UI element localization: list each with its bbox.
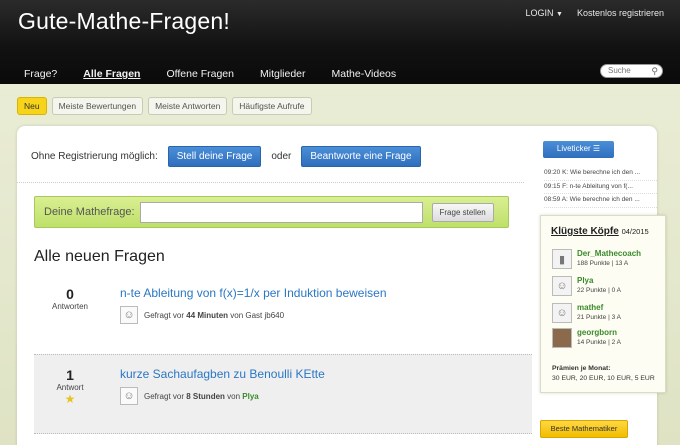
- best-answer-star-icon: ★: [64, 392, 76, 406]
- cta-or: oder: [271, 151, 292, 162]
- login-link[interactable]: LOGIN ▼: [525, 8, 562, 18]
- nav-mathe-videos[interactable]: Mathe-Videos: [332, 68, 397, 80]
- leader-points: 22 Punkte | 0 A: [577, 287, 621, 294]
- ask-label: Deine Mathefrage:: [44, 206, 135, 218]
- ticker-item[interactable]: 09:20 K: Wie berechne ich den ...: [544, 167, 659, 181]
- top-users-month: 04/2015: [621, 227, 649, 236]
- ticker-item[interactable]: 09:15 F: n-te Ableitung von f(...: [544, 181, 659, 194]
- leader-name[interactable]: Plya: [577, 276, 621, 285]
- avatar[interactable]: ☺: [552, 303, 572, 323]
- prize-values: 30 EUR, 20 EUR, 10 EUR, 5 EUR: [552, 375, 655, 382]
- best-mathematicians-button[interactable]: Beste Mathematiker: [540, 420, 628, 438]
- submit-question-button[interactable]: Frage stellen: [431, 202, 494, 222]
- avatar[interactable]: ☺: [552, 276, 572, 296]
- question-row: 1 Antwort ★ kurze Sachaufagben zu Benoul…: [34, 354, 532, 434]
- avatar[interactable]: [552, 328, 572, 348]
- meta-time: 44 Minuten: [186, 310, 229, 320]
- question-row: 0 Antworten n-te Ableitung von f(x)=1/x …: [34, 276, 532, 346]
- answer-count-label: Antworten: [51, 302, 89, 311]
- nav-offene-fragen[interactable]: Offene Fragen: [166, 68, 234, 80]
- question-title[interactable]: kurze Sachaufagben zu Benoulli KEtte: [120, 367, 325, 381]
- leader-name[interactable]: Der_Mathecoach: [577, 249, 641, 258]
- site-header: Gute-Mathe-Fragen! LOGIN ▼ Kostenlos reg…: [0, 0, 680, 84]
- section-title: Alle neuen Fragen: [34, 248, 165, 265]
- meta-user-link[interactable]: Plya: [242, 392, 258, 401]
- meta-author: von Gast jb640: [230, 310, 285, 320]
- avatar[interactable]: ▮: [552, 249, 572, 269]
- site-title[interactable]: Gute-Mathe-Fragen!: [18, 8, 230, 35]
- prize-title: Prämien je Monat:: [552, 365, 611, 372]
- avatar[interactable]: ☺: [120, 306, 138, 324]
- filter-neu[interactable]: Neu: [17, 97, 47, 115]
- caret-down-icon: ▼: [556, 11, 563, 18]
- meta-by: von: [227, 391, 241, 401]
- liveticker-list: 09:20 K: Wie berechne ich den ... 09:15 …: [544, 167, 659, 208]
- leader-name[interactable]: mathef: [577, 303, 621, 312]
- avatar[interactable]: ☺: [120, 387, 138, 405]
- top-users-box: Klügste Köpfe 04/2015 ▮ Der_Mathecoach 1…: [540, 215, 666, 393]
- leader-points: 14 Punkte | 2 A: [577, 339, 621, 346]
- nav-mitglieder[interactable]: Mitglieder: [260, 68, 306, 80]
- question-meta: ☺ Gefragt vor 44 Minuten von Gast jb640: [120, 306, 284, 324]
- prize-info: Prämien je Monat: 30 EUR, 20 EUR, 10 EUR…: [552, 364, 655, 384]
- leader-item: ☺ Plya 22 Punkte | 0 A: [552, 276, 621, 296]
- meta-prefix: Gefragt vor: [144, 391, 185, 401]
- leader-item: ☺ mathef 21 Punkte | 3 A: [552, 303, 621, 323]
- filter-meiste-bewertungen[interactable]: Meiste Bewertungen: [51, 97, 144, 115]
- divider: [17, 182, 524, 183]
- answer-count-number: 1: [66, 367, 74, 383]
- leader-points: 188 Punkte | 13 A: [577, 260, 629, 267]
- top-users-title-text[interactable]: Klügste Köpfe: [551, 226, 619, 237]
- main-nav: Frage? Alle Fragen Offene Fragen Mitglie…: [24, 68, 422, 80]
- cta-row: Ohne Registrierung möglich: Stell deine …: [31, 146, 421, 167]
- top-users-title: Klügste Köpfe 04/2015: [551, 226, 649, 237]
- answer-count: 0 Antworten: [34, 286, 106, 311]
- leader-item: ▮ Der_Mathecoach 188 Punkte | 13 A: [552, 249, 641, 269]
- sort-filters: Neu Meiste Bewertungen Meiste Antworten …: [17, 97, 312, 115]
- liveticker-button[interactable]: Liveticker ☰: [543, 141, 614, 158]
- leader-name[interactable]: georgborn: [577, 328, 621, 337]
- leader-item: georgborn 14 Punkte | 2 A: [552, 328, 621, 348]
- answer-count-label: Antwort: [56, 383, 84, 392]
- login-label: LOGIN: [525, 8, 554, 18]
- filter-haeufigste-aufrufe[interactable]: Häufigste Aufrufe: [232, 97, 312, 115]
- meta-prefix: Gefragt vor: [144, 310, 185, 320]
- answer-count-number: 0: [66, 286, 74, 302]
- question-meta: ☺ Gefragt vor 8 Stunden von Plya: [120, 387, 259, 405]
- search-icon[interactable]: ⚲: [651, 65, 658, 77]
- answer-count: 1 Antwort ★: [34, 367, 106, 406]
- ask-box: Deine Mathefrage: Frage stellen: [34, 196, 509, 228]
- search-box: ⚲: [600, 64, 663, 78]
- search-input[interactable]: [608, 66, 648, 75]
- leader-points: 21 Punkte | 3 A: [577, 314, 621, 321]
- register-link[interactable]: Kostenlos registrieren: [577, 8, 664, 18]
- cta-label: Ohne Registrierung möglich:: [31, 151, 158, 162]
- ticker-item[interactable]: 08:59 A: Wie berechne ich den ...: [544, 194, 659, 208]
- nav-alle-fragen[interactable]: Alle Fragen: [83, 68, 140, 80]
- meta-time: 8 Stunden: [186, 391, 225, 401]
- nav-frage[interactable]: Frage?: [24, 68, 57, 80]
- answer-question-button[interactable]: Beantworte eine Frage: [301, 146, 421, 167]
- question-title[interactable]: n-te Ableitung von f(x)=1/x per Induktio…: [120, 286, 387, 300]
- ask-question-button[interactable]: Stell deine Frage: [167, 146, 262, 167]
- filter-meiste-antworten[interactable]: Meiste Antworten: [148, 97, 228, 115]
- question-input[interactable]: [139, 201, 423, 223]
- top-links: LOGIN ▼ Kostenlos registrieren: [525, 8, 664, 18]
